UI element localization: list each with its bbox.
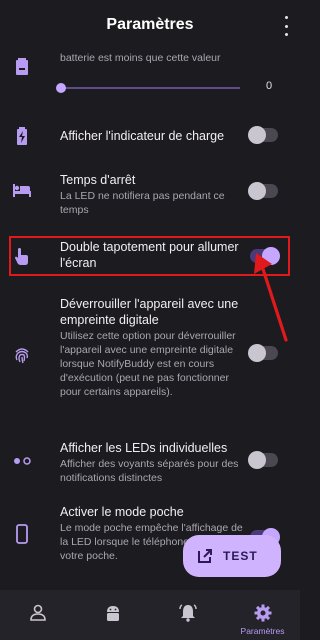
downtime-switch[interactable] — [248, 182, 278, 200]
person-icon — [30, 604, 46, 621]
row-title: Activer le mode poche — [60, 505, 184, 519]
nav-item-notifications[interactable] — [150, 590, 225, 640]
battery-threshold-text: batterie est moins que cette valeur — [60, 52, 221, 64]
charge-indicator-switch[interactable] — [248, 126, 278, 144]
row-title: Déverrouiller l'appareil avec une emprei… — [60, 297, 239, 327]
test-button-label: TEST — [223, 549, 258, 563]
nav-item-apps[interactable] — [75, 590, 150, 640]
nav-item-settings-label: Paramètres — [240, 626, 285, 636]
settings-gear-icon — [254, 604, 272, 622]
row-title: Temps d'arrêt — [60, 173, 136, 187]
page-title: Paramètres — [106, 16, 194, 33]
annotation-arrow — [254, 253, 288, 342]
battery-slider-thumb[interactable] — [56, 83, 66, 93]
nav-item-profile[interactable] — [0, 590, 75, 640]
charging-battery-icon — [17, 127, 27, 145]
annotation-highlight-box — [9, 236, 290, 276]
fingerprint-icon — [15, 348, 29, 364]
fingerprint-switch[interactable] — [248, 344, 278, 362]
bed-icon — [13, 184, 31, 197]
overflow-menu-icon[interactable] — [278, 16, 294, 36]
battery-slider-value: 0 — [266, 80, 273, 92]
open-in-new-icon — [198, 549, 212, 563]
android-icon — [107, 606, 119, 621]
row-subtitle: Afficher des voyants séparés pour des no… — [60, 458, 239, 484]
phone-icon — [16, 524, 28, 544]
row-title: Afficher les LEDs individuelles — [60, 441, 228, 455]
bell-icon — [179, 604, 197, 622]
individual-leds-switch[interactable] — [248, 451, 278, 469]
battery-slider-track[interactable] — [60, 87, 240, 89]
app-header: Paramètres — [0, 0, 300, 52]
bottom-navigation: Paramètres — [0, 590, 300, 640]
nav-item-settings[interactable]: Paramètres — [225, 590, 300, 640]
row-individual-leds[interactable]: Afficher les LEDs individuelles Afficher… — [0, 436, 300, 486]
row-title: Afficher l'indicateur de charge — [60, 129, 225, 143]
row-subtitle: Utilisez cette option pour déverrouiller… — [60, 330, 236, 398]
battery-icon — [16, 58, 28, 75]
test-button[interactable]: TEST — [183, 535, 281, 577]
row-downtime[interactable]: Temps d'arrêt La LED ne notifiera pas pe… — [0, 166, 300, 220]
dots-icon — [14, 457, 31, 465]
row-subtitle: La LED ne notifiera pas pendant ce temps — [60, 190, 225, 216]
row-charge-indicator[interactable]: Afficher l'indicateur de charge — [0, 116, 300, 156]
